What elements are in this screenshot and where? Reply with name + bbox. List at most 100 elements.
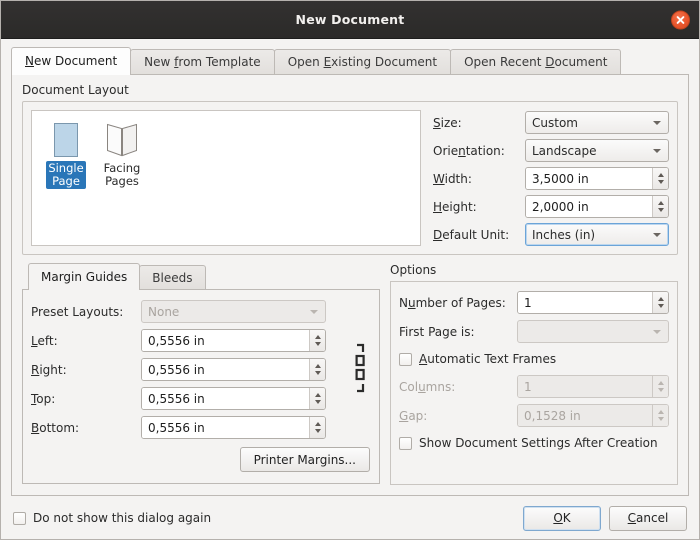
preset-layouts-row: Preset Layouts: None <box>31 300 345 323</box>
lower-area: Margin Guides Bleeds Preset Layouts: Non… <box>22 263 678 485</box>
size-label: Size: <box>433 115 462 130</box>
preset-layouts-value: None <box>148 304 180 319</box>
margin-guides-panel: Margin Guides Bleeds Preset Layouts: Non… <box>22 263 380 485</box>
columns-value: 1 <box>518 376 652 397</box>
width-value[interactable]: 3,5000 in <box>526 168 652 189</box>
margin-bottom-stepper[interactable]: 0,5556 in <box>141 416 326 439</box>
tab-open-recent-document[interactable]: Open Recent Document <box>450 49 622 75</box>
width-stepper[interactable]: 3,5000 in <box>525 167 669 190</box>
first-page-label: First Page is: <box>399 324 475 339</box>
tab-bleeds[interactable]: Bleeds <box>139 265 206 290</box>
margin-top-stepper[interactable]: 0,5556 in <box>141 387 326 410</box>
dialog-footer: Do not show this dialog again OK Cancel <box>1 497 699 539</box>
preset-layouts-select: None <box>141 300 326 323</box>
printer-margins-row: Printer Margins... <box>31 447 371 472</box>
columns-spinner-buttons <box>652 376 668 397</box>
page-type-facing-pages[interactable]: Facing Pages <box>96 119 148 189</box>
cancel-button[interactable]: Cancel <box>609 505 687 531</box>
margin-left-row: Left: 0,5556 in <box>31 329 345 352</box>
printer-margins-button[interactable]: Printer Margins... <box>239 447 370 472</box>
first-page-row: First Page is: <box>399 320 669 343</box>
size-row: Size: Custom <box>433 111 669 134</box>
height-row: Height: 2,0000 in <box>433 195 669 218</box>
tab-content-new-document: Document Layout Single Page Facing Pages… <box>11 74 689 496</box>
margin-tabstrip: Margin Guides Bleeds <box>22 263 380 290</box>
orientation-value: Landscape <box>532 143 597 158</box>
main-tabstrip: New Document New from Template Open Exis… <box>1 39 699 75</box>
checkbox-box <box>399 352 412 366</box>
margin-left-spinner-buttons[interactable] <box>309 330 325 351</box>
margin-bottom-row: Bottom: 0,5556 in <box>31 416 345 439</box>
chevron-down-icon <box>310 309 318 314</box>
margin-top-spinner-buttons[interactable] <box>309 388 325 409</box>
margin-left-stepper[interactable]: 0,5556 in <box>141 329 326 352</box>
dont-show-again-checkbox[interactable]: Do not show this dialog again <box>13 508 211 528</box>
height-value[interactable]: 2,0000 in <box>526 196 652 217</box>
page-type-single-page[interactable]: Single Page <box>40 119 92 189</box>
show-document-settings-checkbox[interactable]: Show Document Settings After Creation <box>399 433 669 453</box>
margin-bottom-spinner-buttons[interactable] <box>309 417 325 438</box>
automatic-text-frames-label: Automatic Text Frames <box>419 352 557 366</box>
document-layout-body: Single Page Facing Pages Size: Custom Or… <box>22 101 678 255</box>
tab-new-from-template[interactable]: New from Template <box>130 49 275 75</box>
orientation-select[interactable]: Landscape <box>525 139 669 162</box>
options-panel: Options Number of Pages: 1 First Page is… <box>390 263 678 485</box>
gap-stepper: 0,1528 in <box>517 404 669 427</box>
margin-bottom-label: Bottom: <box>31 420 80 435</box>
default-unit-label: Default Unit: <box>433 227 510 242</box>
tab-margin-guides[interactable]: Margin Guides <box>28 263 141 290</box>
gap-spinner-buttons <box>652 405 668 426</box>
margin-left-value[interactable]: 0,5556 in <box>142 330 309 351</box>
close-icon[interactable] <box>671 10 690 29</box>
number-of-pages-value[interactable]: 1 <box>518 292 652 313</box>
margin-right-value[interactable]: 0,5556 in <box>142 359 309 380</box>
size-form: Size: Custom Orientation: Landscape Widt… <box>433 110 669 246</box>
automatic-text-frames-checkbox[interactable]: Automatic Text Frames <box>399 349 669 369</box>
height-spinner-buttons[interactable] <box>652 196 668 217</box>
width-row: Width: 3,5000 in <box>433 167 669 190</box>
page-type-list: Single Page Facing Pages <box>31 110 421 246</box>
chevron-down-icon <box>653 232 661 237</box>
width-label: Width: <box>433 171 472 186</box>
number-of-pages-label: Number of Pages: <box>399 295 506 310</box>
options-body: Number of Pages: 1 First Page is: Automa… <box>390 281 678 485</box>
checkbox-box <box>399 436 412 450</box>
default-unit-select[interactable]: Inches (in) <box>525 223 669 246</box>
gap-row: Gap: 0,1528 in <box>399 404 669 427</box>
chevron-down-icon <box>653 120 661 125</box>
document-layout-title: Document Layout <box>22 83 129 97</box>
size-select[interactable]: Custom <box>525 111 669 134</box>
number-of-pages-spinner-buttons[interactable] <box>652 292 668 313</box>
margin-right-stepper[interactable]: 0,5556 in <box>141 358 326 381</box>
height-stepper[interactable]: 2,0000 in <box>525 195 669 218</box>
number-of-pages-row: Number of Pages: 1 <box>399 291 669 314</box>
gap-label: Gap: <box>399 408 428 423</box>
margin-top-label: Top: <box>31 391 56 406</box>
height-label: Height: <box>433 199 477 214</box>
options-title: Options <box>390 263 437 277</box>
tab-new-document[interactable]: New Document <box>11 47 132 75</box>
new-document-dialog: New Document New Document New from Templ… <box>0 0 700 540</box>
size-value: Custom <box>532 115 578 130</box>
default-unit-value: Inches (in) <box>532 227 596 242</box>
margin-right-spinner-buttons[interactable] <box>309 359 325 380</box>
default-unit-row: Default Unit: Inches (in) <box>433 223 669 246</box>
page-type-label: Facing Pages <box>103 161 141 188</box>
margin-guides-body: Preset Layouts: None Left: 0,5556 in Rig… <box>22 289 380 484</box>
first-page-select <box>517 320 669 343</box>
columns-row: Columns: 1 <box>399 375 669 398</box>
tab-open-existing-document[interactable]: Open Existing Document <box>273 49 452 75</box>
single-page-icon <box>52 120 80 158</box>
margin-right-row: Right: 0,5556 in <box>31 358 345 381</box>
ok-button[interactable]: OK <box>523 505 601 531</box>
chain-link-icon[interactable] <box>345 300 371 439</box>
chevron-down-icon <box>653 329 661 334</box>
margin-fields: Preset Layouts: None Left: 0,5556 in Rig… <box>31 300 345 439</box>
margin-top-value[interactable]: 0,5556 in <box>142 388 309 409</box>
number-of-pages-stepper[interactable]: 1 <box>517 291 669 314</box>
orientation-label: Orientation: <box>433 143 505 158</box>
width-spinner-buttons[interactable] <box>652 168 668 189</box>
show-document-settings-label: Show Document Settings After Creation <box>419 436 658 450</box>
margin-bottom-value[interactable]: 0,5556 in <box>142 417 309 438</box>
titlebar: New Document <box>1 1 699 39</box>
